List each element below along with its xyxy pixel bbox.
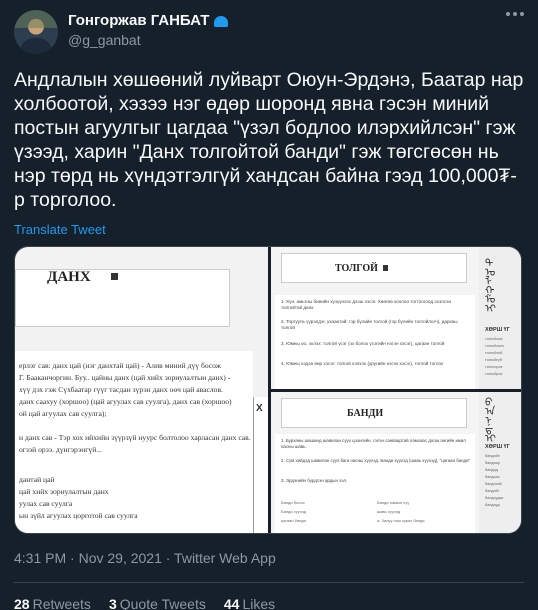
entry-line: Г. Бааканчоргин. Буу.. цайны данх (цай х… bbox=[19, 373, 231, 382]
dictionary-headword: ДАНХ bbox=[47, 269, 91, 285]
divider bbox=[14, 582, 524, 583]
example-cell: Банди ламын хүү bbox=[377, 500, 410, 505]
entry-line: огзэй орзэ. дүнгэрэнгүй... bbox=[19, 445, 102, 454]
media-grid: ДАНХ ерлэг сав: данх цай (нэг данхтай ца… bbox=[14, 246, 522, 534]
translate-tweet-link[interactable]: Translate Tweet bbox=[14, 222, 106, 237]
dictionary-entry: 1. Хүн, амьтны биеийн хүзүүнээс дээш хэс… bbox=[275, 295, 475, 389]
helmet-badge-icon bbox=[214, 16, 229, 27]
media-image-danh[interactable]: ДАНХ ерлэг сав: данх цай (нэг данхтай ца… bbox=[15, 247, 268, 533]
author-handle[interactable]: @g_ganbat bbox=[68, 32, 141, 48]
related-words-heading: ХӨРШ ҮГ bbox=[485, 444, 510, 450]
related-word[interactable]: бандиудыг bbox=[485, 496, 504, 500]
entry-line: дантай цай bbox=[19, 475, 55, 484]
headword-marker bbox=[383, 265, 388, 271]
avatar-figure bbox=[20, 38, 52, 54]
quote-tweets-label: Quote Tweets bbox=[119, 596, 206, 610]
dictionary-entry: ерлэг сав: данх цай (нэг данхтай цай) - … bbox=[15, 351, 253, 533]
related-word[interactable]: бандид bbox=[485, 468, 498, 472]
dictionary-headword: БАНДИ bbox=[347, 408, 384, 419]
more-options-icon[interactable] bbox=[506, 12, 524, 16]
entry-paragraph: 2. Сүм хийдэд шавилан суух бага насны хү… bbox=[281, 458, 471, 463]
related-word[interactable]: толгойлох bbox=[485, 337, 503, 341]
headword-marker bbox=[111, 273, 118, 280]
entry-paragraph: 1. Хүн, амьтны биеийн хүзүүнээс дээш хэс… bbox=[281, 299, 452, 310]
entry-paragraph: 4. Юмны хэдэн өөр хэсэг: толгой хэлхэх (… bbox=[281, 361, 444, 366]
related-word[interactable]: толгоорох bbox=[485, 365, 503, 369]
related-word[interactable]: бандиуд bbox=[485, 503, 500, 507]
related-word[interactable]: толгойтой bbox=[485, 351, 502, 355]
retweets-count: 28 bbox=[14, 596, 30, 610]
entry-line: данх саахуу (хоршоо) (цай агуулах сав су… bbox=[19, 397, 232, 406]
entry-line: уулах сав суулга bbox=[19, 499, 73, 508]
entry-paragraph: 3. Юмны оо, эхлэх: толгой үсэг (эх болох… bbox=[281, 341, 445, 346]
entry-line: ерлэг сав: данх цай (нэг данхтай цай) - … bbox=[19, 361, 222, 370]
author-display-name[interactable]: Гонгоржав ГАНБАТ bbox=[68, 12, 209, 29]
tweet-timestamp[interactable]: 4:31 PM · Nov 29, 2021 · Twitter Web App bbox=[14, 550, 276, 566]
dictionary-entry: 1. Бурханы шашинд шавилан суух цээнгийн,… bbox=[275, 434, 475, 533]
retweets-label: Retweets bbox=[32, 596, 91, 610]
example-cell: Банди болох bbox=[281, 500, 305, 505]
entry-paragraph: 1. Бурханы шашинд шавилан суух цээнгийн,… bbox=[281, 438, 466, 449]
quote-tweets-count: 3 bbox=[108, 596, 117, 610]
side-panel: ᠲᠣᠯᠭᠤᠢ ХӨРШ ҮГ толгойлох толгойлогч толг… bbox=[479, 247, 521, 389]
example-cell: цагаан банди bbox=[281, 518, 306, 523]
example-cell: а. Залуу ном сурах банди bbox=[377, 518, 425, 523]
tweet-text: Андлалын хөшөөний луйварт Оюун-Эрдэнэ, Б… bbox=[14, 69, 524, 211]
media-image-bandi[interactable]: БАНДИ 1. Бурханы шашинд шавилан суух цээ… bbox=[271, 392, 521, 533]
related-word[interactable]: толгойлогч bbox=[485, 344, 504, 348]
avatar[interactable] bbox=[14, 10, 58, 54]
side-panel: ᠪᠠᠨᠳᠢ ХӨРШ ҮГ бандийн бандиар бандид бан… bbox=[479, 392, 521, 533]
tweet: Гонгоржав ГАНБАТ @g_ganbat Андлалын хөшө… bbox=[0, 0, 538, 610]
dictionary-headword: ТОЛГОЙ bbox=[335, 263, 378, 274]
side-panel: Х bbox=[253, 397, 268, 533]
avatar-background bbox=[14, 10, 58, 28]
entry-line: цай хийх зориулалтын данх bbox=[19, 487, 109, 496]
related-word[interactable]: бандиар bbox=[485, 461, 500, 465]
entry-paragraph: 2. Торгууль үүрэлдэг, ухаантай: гэр бүли… bbox=[281, 319, 458, 330]
related-words-heading: ХӨРШ ҮГ bbox=[485, 327, 510, 333]
engagement-stats: 28 Retweets 3 Quote Tweets 44 Likes bbox=[14, 596, 275, 610]
related-word[interactable]: толгойрох bbox=[485, 372, 503, 376]
side-panel-heading: Х bbox=[256, 403, 263, 414]
mongolian-script-icon: ᠪᠠᠨᠳᠢ bbox=[485, 396, 496, 445]
example-cell: Банди хүүхэд bbox=[281, 509, 307, 514]
related-word[interactable]: бандиас bbox=[485, 475, 500, 479]
example-cell: шавь хүүхэд bbox=[377, 509, 401, 514]
mongolian-script-icon: ᠲᠣᠯᠭᠤᠢ bbox=[485, 257, 496, 315]
retweets-stat[interactable]: 28 Retweets bbox=[14, 596, 91, 610]
entry-line: хүү дэх гэж Сүхбаатар гүүг тасдан зүрэн … bbox=[19, 385, 223, 394]
likes-count: 44 bbox=[223, 596, 240, 610]
media-image-tolgoi[interactable]: ТОЛГОЙ 1. Хүн, амьтны биеийн хүзүүнээс д… bbox=[271, 247, 521, 389]
entry-line: ой цай агуулах сав суулга); bbox=[19, 409, 107, 418]
author-name-row[interactable]: Гонгоржав ГАНБАТ bbox=[68, 12, 229, 29]
likes-stat[interactable]: 44 Likes bbox=[224, 596, 275, 610]
entry-line: ын зүйл агуулах цорготой сав суулга bbox=[19, 511, 138, 520]
related-word[interactable]: бандийн bbox=[485, 454, 500, 458]
likes-label: Likes bbox=[242, 596, 276, 610]
entry-paragraph: 3. Эрдэнийн бүрдсэн ардын хэл. bbox=[281, 478, 348, 483]
quote-tweets-stat[interactable]: 3 Quote Tweets bbox=[109, 596, 206, 610]
related-word[interactable]: бандийг bbox=[485, 489, 499, 493]
entry-line: н данх сав - Тэр хох ийхийн зүүрзүй нуур… bbox=[19, 433, 251, 442]
related-word[interactable]: бандитай bbox=[485, 482, 502, 486]
related-word[interactable]: толгойгүй bbox=[485, 358, 502, 362]
